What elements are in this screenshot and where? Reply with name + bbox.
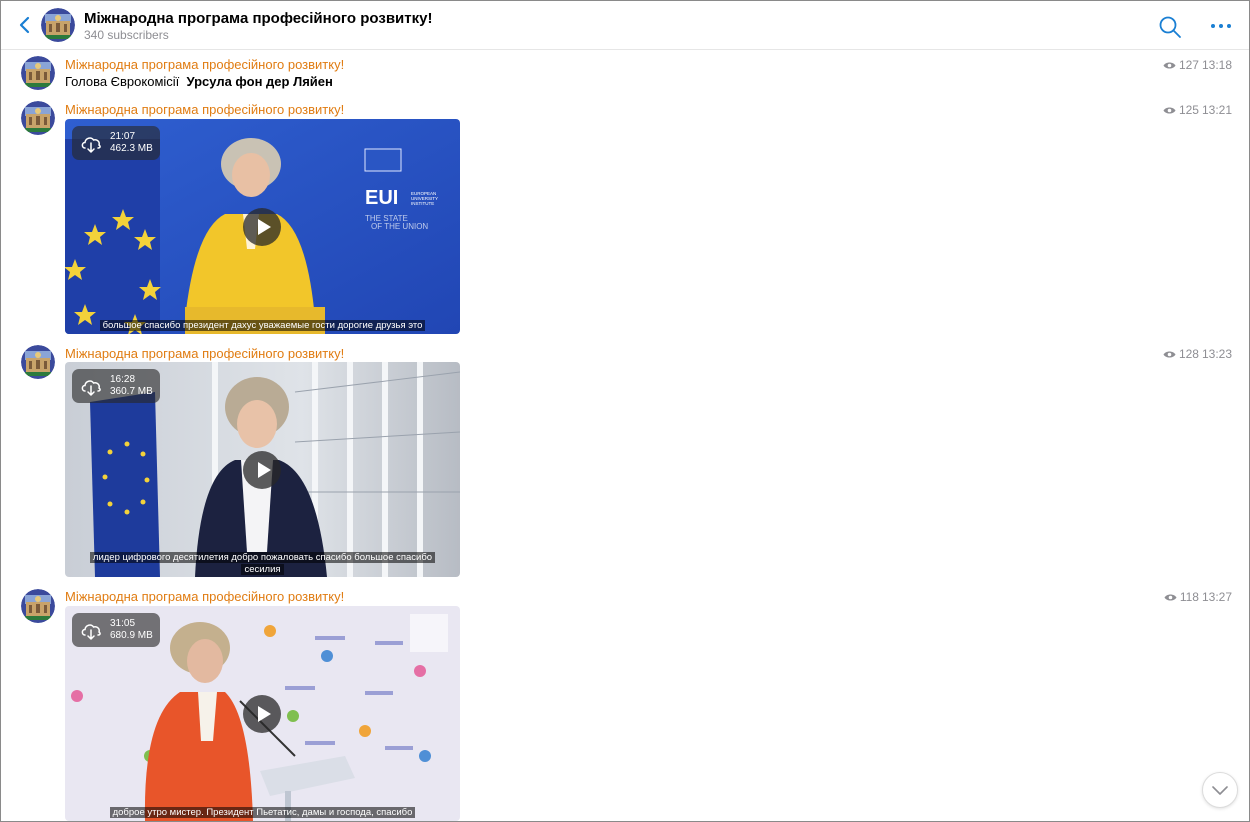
video-caption: большое спасибо президент дахус уважаемы… — [65, 320, 460, 332]
cloud-download-icon — [81, 137, 101, 153]
message-time: 13:18 — [1201, 58, 1232, 72]
play-button[interactable] — [243, 451, 281, 489]
message-text-prefix: Голова Єврокомісії — [65, 74, 180, 89]
video-duration: 21:07 — [110, 131, 136, 142]
caption-line: доброе утро мистер. Президент Пьетатис, … — [109, 807, 416, 818]
message-meta: 118 13:27 — [1164, 590, 1232, 604]
video-message[interactable]: EUI EUROPEAN UNIVERSITY INSTITUTE THE ST… — [65, 119, 460, 334]
video-message[interactable]: 31:05 680.9 MB доброе утро мистер. Прези… — [65, 606, 460, 821]
video-size: 360.7 MB — [110, 386, 153, 397]
channel-avatar[interactable] — [41, 8, 75, 42]
eye-icon — [1164, 594, 1177, 600]
cloud-download-icon — [81, 380, 101, 396]
sender-avatar[interactable] — [21, 589, 55, 623]
video-size: 462.3 MB — [110, 143, 153, 154]
view-count: 118 — [1179, 590, 1199, 604]
view-count: 127 — [1178, 58, 1199, 72]
scroll-to-bottom-button[interactable] — [1202, 772, 1238, 808]
channel-header: Міжнародна програма професійного розвитк… — [1, 1, 1249, 50]
more-icon — [1211, 24, 1231, 28]
subscriber-count: 340 subscribers — [84, 28, 169, 42]
state-of-union-text: OF THE UNION — [371, 222, 428, 231]
message-text: Голова Єврокомісії Урсула фон дер Ляйен — [65, 74, 333, 89]
search-button[interactable] — [1158, 15, 1182, 39]
eye-icon — [1163, 351, 1176, 357]
message-time: 13:23 — [1201, 347, 1232, 361]
search-icon — [1159, 16, 1181, 38]
message-sender[interactable]: Міжнародна програма професійного розвитк… — [65, 102, 344, 117]
sender-avatar[interactable] — [21, 101, 55, 135]
caption-line: лидер цифрового десятилетия добро пожало… — [89, 552, 436, 563]
video-caption: доброе утро мистер. Президент Пьетатис, … — [65, 807, 460, 819]
eye-icon — [1163, 62, 1176, 68]
message-meta: 125 13:21 — [1163, 103, 1232, 117]
channel-title[interactable]: Міжнародна програма професійного розвитк… — [84, 10, 432, 27]
message-sender[interactable]: Міжнародна програма професійного розвитк… — [65, 346, 344, 361]
message-time: 13:27 — [1201, 590, 1232, 604]
message-meta: 127 13:18 — [1163, 58, 1232, 72]
video-message[interactable]: 16:28 360.7 MB лидер цифрового десятилет… — [65, 362, 460, 577]
more-button[interactable] — [1208, 15, 1234, 37]
message-text-bold: Урсула фон дер Ляйен — [186, 74, 333, 89]
download-button[interactable]: 16:28 360.7 MB — [72, 369, 160, 403]
download-button[interactable]: 31:05 680.9 MB — [72, 613, 160, 647]
eye-icon — [1163, 107, 1176, 113]
view-count: 128 — [1178, 347, 1199, 361]
video-duration: 16:28 — [110, 374, 136, 385]
message-time: 13:21 — [1201, 103, 1232, 117]
telegram-window: Міжнародна програма професійного розвитк… — [0, 0, 1250, 822]
video-caption: лидер цифрового десятилетия добро пожало… — [65, 552, 460, 576]
play-button[interactable] — [243, 208, 281, 246]
back-button[interactable] — [15, 13, 35, 37]
sender-avatar[interactable] — [21, 345, 55, 379]
message-sender[interactable]: Міжнародна програма професійного розвитк… — [65, 57, 344, 72]
play-icon — [258, 219, 271, 235]
eui-logo-text: EUI — [365, 187, 398, 209]
eui-logo-subtext: INSTITUTE — [411, 201, 434, 206]
sender-avatar[interactable] — [21, 56, 55, 90]
chevron-down-icon — [1212, 786, 1228, 795]
play-icon — [258, 462, 271, 478]
message-sender[interactable]: Міжнародна програма професійного розвитк… — [65, 589, 344, 604]
video-size: 680.9 MB — [110, 630, 153, 641]
play-button[interactable] — [243, 695, 281, 733]
play-icon — [258, 706, 271, 722]
video-duration: 31:05 — [110, 618, 136, 629]
download-button[interactable]: 21:07 462.3 MB — [72, 126, 160, 160]
view-count: 125 — [1178, 103, 1199, 117]
caption-line: сесилия — [241, 564, 284, 575]
cloud-download-icon — [81, 624, 101, 640]
message-meta: 128 13:23 — [1163, 347, 1232, 361]
chevron-left-icon — [19, 16, 30, 34]
caption-line: большое спасибо президент дахус уважаемы… — [99, 320, 426, 331]
